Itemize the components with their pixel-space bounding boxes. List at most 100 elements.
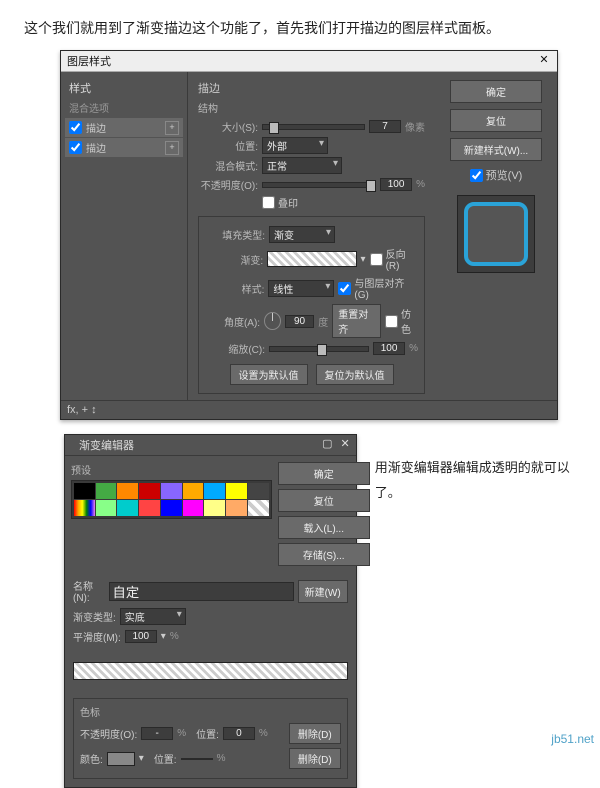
filltype-select[interactable]: 渐变 (269, 226, 335, 243)
smooth-value[interactable]: 100 (125, 630, 157, 643)
reset-align-button[interactable]: 重置对齐 (332, 304, 381, 338)
gradstyle-select[interactable]: 线性 (268, 280, 334, 297)
style-row-stroke-2[interactable]: 描边 + (65, 138, 183, 157)
scale-unit: % (409, 343, 418, 354)
preset-swatch[interactable] (74, 500, 95, 516)
opacity-label: 不透明度(O): (198, 177, 258, 192)
filltype-label: 填充类型: (205, 227, 265, 242)
close-icon[interactable]: ✕ (341, 437, 350, 453)
stop-color-label: 颜色: (80, 751, 103, 766)
preset-swatch[interactable] (204, 483, 225, 499)
load-button[interactable]: 载入(L)... (278, 516, 370, 539)
chevron-down-icon[interactable]: ▾ (139, 753, 144, 764)
ok-button[interactable]: 确定 (450, 80, 542, 103)
overprint-checkbox[interactable]: 叠印 (262, 195, 298, 210)
cancel-button[interactable]: 复位 (278, 489, 370, 512)
smooth-label: 平滑度(M): (73, 629, 121, 644)
preset-swatch[interactable] (226, 483, 247, 499)
blendmode-select[interactable]: 正常 (262, 157, 342, 174)
stop-opacity-value[interactable]: - (141, 727, 173, 740)
ok-button[interactable]: 确定 (278, 462, 370, 485)
preset-swatch[interactable] (183, 483, 204, 499)
position-select[interactable]: 外部 (262, 137, 328, 154)
opacity-slider[interactable] (262, 182, 376, 188)
preset-swatch[interactable] (74, 483, 95, 499)
scale-value[interactable]: 100 (373, 342, 405, 355)
set-default-button[interactable]: 设置为默认值 (230, 364, 308, 385)
preset-swatch[interactable] (226, 500, 247, 516)
preset-swatch[interactable] (161, 483, 182, 499)
size-label: 大小(S): (198, 119, 258, 134)
preset-swatch[interactable] (183, 500, 204, 516)
preview-box (457, 195, 535, 273)
structure-label: 结构 (198, 100, 425, 115)
style-checkbox[interactable] (69, 121, 82, 134)
fill-fieldset: 填充类型: 渐变 渐变: ▾ 反向(R) 样式: 线性 与图层对齐(G) 角度(… (198, 216, 425, 394)
gradient-swatch[interactable] (267, 251, 356, 267)
gradient-bar[interactable] (73, 662, 348, 680)
delete-color-stop-button[interactable]: 删除(D) (289, 748, 341, 769)
preset-swatch[interactable] (248, 500, 269, 516)
intro-text: 这个我们就用到了渐变描边这个功能了，首先我们打开描边的图层样式面板。 (0, 0, 600, 50)
styles-header: 样式 (65, 78, 183, 98)
name-input[interactable] (109, 582, 294, 601)
filltype-row: 填充类型: 渐变 (205, 226, 418, 243)
preset-swatch[interactable] (96, 483, 117, 499)
delete-stop-button[interactable]: 删除(D) (289, 723, 341, 744)
stop-color-loc-label: 位置: (154, 751, 177, 766)
preset-swatch[interactable] (117, 483, 138, 499)
presets-panel: 预设 (71, 462, 272, 566)
preset-swatch[interactable] (161, 500, 182, 516)
preview-checkbox[interactable]: 预览(V) (470, 167, 523, 183)
preset-swatch[interactable] (117, 500, 138, 516)
type-label: 渐变类型: (73, 609, 116, 624)
style-label: 描边 (86, 140, 106, 155)
save-button[interactable]: 存储(S)... (278, 543, 370, 566)
close-icon[interactable]: ✕ (537, 54, 551, 68)
angle-dial[interactable] (264, 312, 281, 330)
style-row: 样式: 线性 与图层对齐(G) (205, 275, 418, 301)
dialog-title: 图层样式 (67, 53, 111, 69)
cancel-button[interactable]: 复位 (450, 109, 542, 132)
preset-swatch[interactable] (139, 483, 160, 499)
stop-color-loc-value[interactable] (181, 758, 213, 760)
gradient-label: 渐变: (205, 252, 263, 267)
style-checkbox[interactable] (69, 141, 82, 154)
scale-slider[interactable] (269, 346, 369, 352)
watermark: jb51.net (551, 732, 594, 746)
chevron-down-icon[interactable]: ▾ (161, 631, 166, 642)
preset-swatch[interactable] (248, 483, 269, 499)
new-style-button[interactable]: 新建样式(W)... (450, 138, 542, 161)
align-checkbox[interactable]: 与图层对齐(G) (338, 275, 418, 301)
size-value[interactable]: 7 (369, 120, 401, 133)
preset-swatch[interactable] (96, 500, 117, 516)
preset-grid (71, 480, 272, 519)
blend-options[interactable]: 混合选项 (65, 98, 183, 117)
style-row-stroke-1[interactable]: 描边 + (65, 118, 183, 137)
chevron-down-icon[interactable]: ▾ (361, 254, 366, 265)
type-select[interactable]: 实底 (120, 608, 186, 625)
add-effect-icon[interactable]: + (165, 121, 179, 135)
new-button[interactable]: 新建(W) (298, 580, 348, 603)
opacity-value[interactable]: 100 (380, 178, 412, 191)
preset-swatch[interactable] (204, 500, 225, 516)
add-effect-icon[interactable]: + (165, 141, 179, 155)
minimize-icon[interactable]: ▢ (322, 437, 332, 453)
gradient-editor-dialog: 渐变编辑器 ▢ ✕ 预设 确定 复位 载入(L)... 存储(S)... 名称(… (64, 434, 357, 788)
reset-default-button[interactable]: 复位为默认值 (316, 364, 394, 385)
scale-row: 缩放(C): 100 % (205, 341, 418, 356)
scale-label: 缩放(C): (205, 341, 265, 356)
size-row: 大小(S): 7 像素 (198, 119, 425, 134)
stop-location-value[interactable]: 0 (223, 727, 255, 740)
stop-color-swatch[interactable] (107, 752, 135, 766)
preset-swatch[interactable] (139, 500, 160, 516)
reverse-checkbox[interactable]: 反向(R) (370, 246, 418, 272)
stop-opacity-label: 不透明度(O): (80, 726, 137, 741)
opacity-stops[interactable] (73, 648, 348, 656)
color-stops[interactable] (73, 686, 348, 694)
angle-value[interactable]: 90 (285, 315, 315, 328)
gradient-row: 渐变: ▾ 反向(R) (205, 246, 418, 272)
dither-checkbox[interactable]: 仿色 (385, 306, 418, 336)
position-row: 位置: 外部 (198, 137, 425, 154)
size-slider[interactable] (262, 124, 365, 130)
